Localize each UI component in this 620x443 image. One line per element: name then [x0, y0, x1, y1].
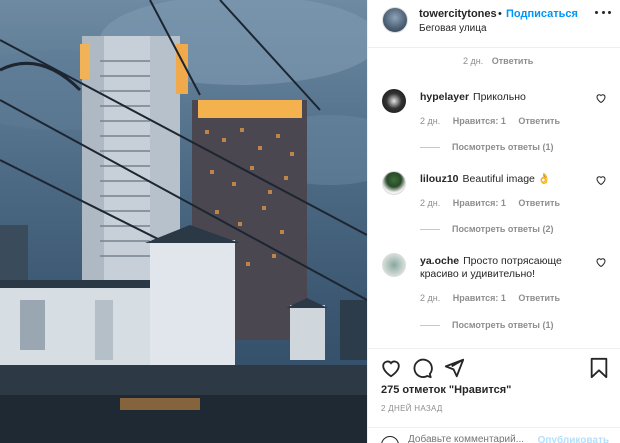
comment-time: 2 дн.	[420, 293, 441, 303]
commenter-username[interactable]: ya.oche	[420, 255, 459, 267]
comment-icon[interactable]	[411, 357, 433, 379]
bookmark-icon[interactable]	[588, 357, 610, 379]
separator-dot: •	[498, 8, 502, 20]
commenter-username[interactable]: hypelayer	[420, 91, 469, 103]
city-tower-image	[0, 0, 367, 443]
replies-divider	[420, 325, 440, 327]
comment-meta: 2 дн. Нравится: 1 Ответить	[420, 116, 570, 126]
post-header: towercitytones • Подписаться Беговая ули…	[368, 0, 620, 48]
post-photo[interactable]	[0, 0, 367, 443]
post-side-panel: towercitytones • Подписаться Беговая ули…	[367, 0, 620, 443]
publish-button[interactable]: Опубликовать	[538, 435, 609, 443]
share-icon[interactable]	[443, 357, 465, 379]
comment-input[interactable]	[408, 434, 558, 443]
comment-meta: 2 дн. Нравится: 1 Ответить	[420, 198, 570, 208]
commenter-avatar[interactable]	[382, 171, 406, 195]
comment-body: lilouz10 Beautiful image 👌	[420, 173, 590, 186]
commenter-avatar[interactable]	[382, 89, 406, 113]
comment-likes[interactable]: Нравится: 1	[453, 116, 506, 126]
view-replies-label[interactable]: Посмотреть ответы (1)	[452, 320, 553, 330]
commenter-username[interactable]: lilouz10	[420, 173, 459, 185]
follow-button[interactable]: Подписаться	[506, 8, 578, 20]
commenter-avatar[interactable]	[382, 253, 406, 277]
post-timestamp: 2 ДНЕЙ НАЗАД	[381, 404, 443, 413]
comment-text: Прикольно	[473, 91, 526, 103]
comment-body: ya.oche Просто потрясающе красиво и удиви…	[420, 255, 590, 281]
comment-time: 2 дн.	[420, 116, 441, 126]
reply-button[interactable]: Ответить	[492, 56, 534, 66]
action-icons	[380, 357, 610, 379]
comment-time: 2 дн.	[463, 56, 484, 66]
heart-icon[interactable]	[380, 357, 402, 379]
view-replies-label[interactable]: Посмотреть ответы (1)	[452, 142, 553, 152]
comment-like-icon[interactable]	[595, 256, 607, 268]
replies-divider	[420, 147, 440, 149]
replies-divider	[420, 229, 440, 231]
post-location[interactable]: Беговая улица	[419, 23, 487, 34]
emoji-icon[interactable]	[381, 436, 399, 443]
reply-button[interactable]: Ответить	[518, 293, 560, 303]
reply-button[interactable]: Ответить	[518, 198, 560, 208]
comment-meta: 2 дн. Нравится: 1 Ответить	[420, 293, 570, 303]
comment-time: 2 дн.	[420, 198, 441, 208]
previous-comment-meta: 2 дн. Ответить	[463, 56, 533, 66]
post-actions-bar: 275 отметок "Нравится" 2 ДНЕЙ НАЗАД Опуб…	[368, 348, 620, 443]
likes-count[interactable]: 275 отметок "Нравится"	[381, 384, 511, 396]
view-replies-button[interactable]: Посмотреть ответы (1)	[420, 320, 553, 330]
comment-likes[interactable]: Нравится: 1	[453, 198, 506, 208]
comment-body: hypelayer Прикольно	[420, 91, 590, 104]
comment-like-icon[interactable]	[595, 174, 607, 186]
comment-likes[interactable]: Нравится: 1	[453, 293, 506, 303]
comment-like-icon[interactable]	[595, 92, 607, 104]
author-username[interactable]: towercitytones	[419, 8, 497, 20]
add-comment-bar: Опубликовать	[368, 427, 620, 443]
reply-button[interactable]: Ответить	[518, 116, 560, 126]
more-options-icon[interactable]	[595, 11, 611, 17]
view-replies-button[interactable]: Посмотреть ответы (2)	[420, 224, 553, 234]
comment-text: Beautiful image 👌	[462, 173, 551, 185]
view-replies-label[interactable]: Посмотреть ответы (2)	[452, 224, 553, 234]
view-replies-button[interactable]: Посмотреть ответы (1)	[420, 142, 553, 152]
author-avatar[interactable]	[382, 7, 408, 33]
